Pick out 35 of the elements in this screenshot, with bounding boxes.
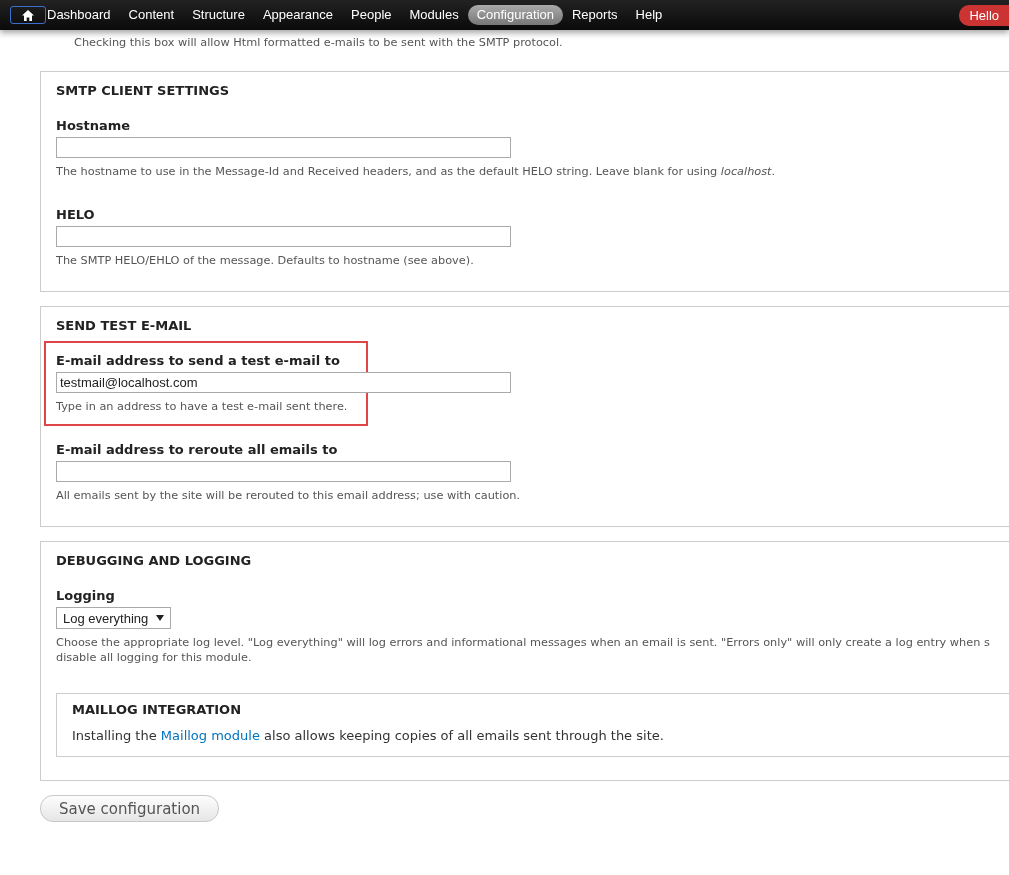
field-description: The SMTP HELO/EHLO of the message. Defaults to hostname (see above). <box>56 253 475 268</box>
save-configuration-button[interactable]: Save configuration <box>40 795 220 822</box>
user-greeting[interactable]: Hello <box>959 4 1009 26</box>
section-heading: SMTP CLIENT SETTINGS <box>56 83 230 98</box>
info-text: Installing the Maillog module also allows keeping copies of all emails sent through the site. <box>72 728 665 743</box>
text-field[interactable] <box>56 226 511 247</box>
log-level-dropdown[interactable]: Log everything <box>56 607 172 629</box>
toolbar-tab[interactable]: Reports <box>563 5 627 25</box>
field-description: All emails sent by the site will be rerouted to this email address; use with caution. <box>56 488 521 503</box>
home-icon <box>22 9 34 21</box>
field-label: E-mail address to reroute all emails to <box>56 442 339 457</box>
field-label: Hostname <box>56 118 132 133</box>
maillog-link[interactable]: Maillog module <box>160 728 260 743</box>
dropdown-arrow-icon <box>156 615 165 621</box>
home-link[interactable] <box>10 6 46 24</box>
field-description: Choose the appropriate log level. "Log everything" will log errors and informational messages when an email is sent. "Errors only" will only create a log entry when s disable all logging for this module. <box>56 635 990 665</box>
text-field[interactable]: testmail@localhost.com <box>56 372 511 393</box>
field-label: Logging <box>56 588 116 603</box>
panel-heading: MAILLOG INTEGRATION <box>72 702 243 717</box>
toolbar-tab[interactable]: Modules <box>400 5 468 25</box>
toolbar-tab[interactable]: Content <box>119 5 184 25</box>
toolbar-tab[interactable]: Structure <box>183 5 254 25</box>
field-description: Type in an address to have a test e-mail sent there. <box>56 399 349 414</box>
field-description: Checking this box will allow Html formatted e-mails to be sent with the SMTP protocol. <box>74 36 564 49</box>
toolbar-tab[interactable]: Help <box>626 5 672 25</box>
toolbar-tab[interactable]: Dashboard <box>38 5 120 25</box>
toolbar-tab[interactable]: People <box>342 5 401 25</box>
field-label: E-mail address to send a test e-mail to <box>56 353 341 368</box>
text-field[interactable] <box>56 461 511 482</box>
field-description: The hostname to use in the Message-Id and Received headers, and as the default HELO string. Leave blank for using localhost. <box>56 164 776 179</box>
field-label: HELO <box>56 207 96 222</box>
toolbar-tab[interactable]: Appearance <box>253 5 343 25</box>
section-heading: DEBUGGING AND LOGGING <box>56 553 252 568</box>
text-field[interactable] <box>56 137 511 158</box>
section-heading: SEND TEST E-MAIL <box>56 318 192 333</box>
